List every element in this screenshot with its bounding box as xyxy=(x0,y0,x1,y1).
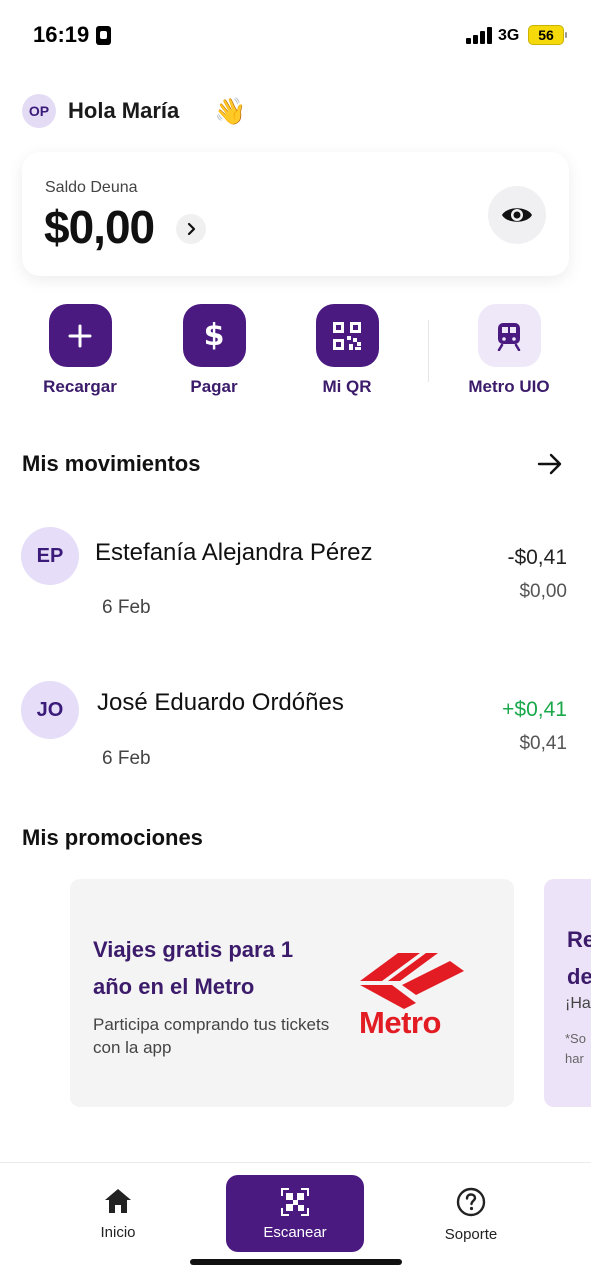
profile-avatar[interactable]: OP xyxy=(22,94,56,128)
wave-emoji: 👋 xyxy=(214,96,247,126)
action-label: Mi QR xyxy=(322,377,372,396)
action-recargar[interactable]: Recargar xyxy=(20,304,140,397)
movement-balance: $0,41 xyxy=(519,733,567,754)
dollar-icon[interactable]: $ xyxy=(182,304,246,367)
promo-note: *So har xyxy=(565,1029,586,1069)
promo-title: Re de xyxy=(567,921,591,995)
home-icon xyxy=(63,1187,173,1220)
eye-icon[interactable] xyxy=(488,186,546,244)
metro-brand-text: Metro xyxy=(359,1005,441,1040)
status-time: 16:19 xyxy=(33,22,90,47)
movement-date: 6 Feb xyxy=(102,748,151,769)
help-icon xyxy=(416,1187,526,1222)
balance-amount: $0,00 xyxy=(44,201,155,253)
status-bar: 16:19 3G 56 xyxy=(0,0,591,70)
nav-label: Escanear xyxy=(263,1224,327,1241)
movement-amount: +$0,41 xyxy=(502,698,567,721)
action-label: Metro UIO xyxy=(468,377,550,396)
balance-label: Saldo Deuna xyxy=(45,179,138,196)
nav-soporte[interactable]: Soporte xyxy=(416,1187,526,1243)
action-label: Pagar xyxy=(190,377,238,396)
scan-qr-icon xyxy=(226,1187,364,1222)
nav-label: Soporte xyxy=(444,1226,498,1243)
nav-label: Inicio xyxy=(100,1224,136,1241)
action-pagar[interactable]: $ Pagar xyxy=(154,304,274,397)
metro-train-icon[interactable] xyxy=(477,304,541,367)
promo-note-line: *So xyxy=(565,1031,586,1046)
signal-icon xyxy=(466,27,494,44)
chevron-right-icon[interactable] xyxy=(176,214,206,244)
promo-description: ¡Ha xyxy=(565,995,591,1012)
promo-title-line: de xyxy=(567,964,591,989)
nav-inicio[interactable]: Inicio xyxy=(63,1187,173,1241)
promo-title: Viajes gratis para 1 año en el Metro xyxy=(93,937,294,999)
nav-escanear[interactable]: Escanear xyxy=(226,1175,364,1252)
home-indicator xyxy=(190,1259,402,1265)
divider xyxy=(428,320,429,382)
plus-icon[interactable] xyxy=(48,304,112,367)
network-type: 3G xyxy=(498,27,520,44)
movement-date: 6 Feb xyxy=(102,597,151,618)
qr-icon[interactable] xyxy=(315,304,379,367)
promo-note-line: har xyxy=(565,1051,584,1066)
promo-description: Participa comprando tus tickets con la a… xyxy=(93,1015,330,1057)
movements-title: Mis movimientos xyxy=(22,451,201,476)
avatar: JO xyxy=(21,681,79,739)
balance-card[interactable]: Saldo Deuna $0,00 xyxy=(22,152,569,276)
sim-card-icon xyxy=(96,26,111,45)
greeting-text: Hola María xyxy=(68,98,180,123)
movement-name: José Eduardo Ordóñes xyxy=(97,689,344,716)
movement-amount: -$0,41 xyxy=(507,546,567,569)
promotions-title: Mis promociones xyxy=(22,825,203,850)
promo-card-metro[interactable]: Viajes gratis para 1 año en el Metro Par… xyxy=(70,879,514,1107)
promo-title-line: Re xyxy=(567,927,591,952)
movement-name: Estefanía Alejandra Pérez xyxy=(95,539,373,566)
battery-icon: 56 xyxy=(528,25,567,45)
movement-balance: $0,00 xyxy=(519,581,567,602)
action-label: Recargar xyxy=(43,377,117,396)
arrow-right-icon[interactable] xyxy=(536,450,564,478)
avatar: EP xyxy=(21,527,79,585)
action-mi-qr[interactable]: Mi QR xyxy=(287,304,407,397)
promo-card-2[interactable]: Re de ¡Ha *So har xyxy=(544,879,591,1107)
action-metro-uio[interactable]: Metro UIO xyxy=(449,304,569,397)
